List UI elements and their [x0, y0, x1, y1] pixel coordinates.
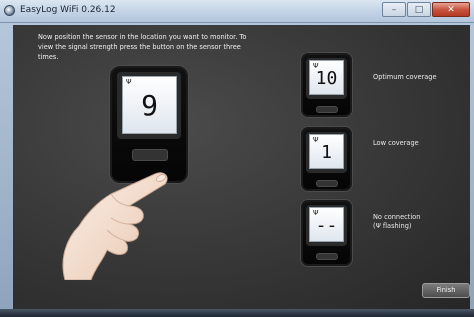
- no-connection-label-line1: No connection: [373, 213, 421, 221]
- no-connection-label: No connection (Ψ flashing): [373, 213, 420, 231]
- sensor-button: [316, 106, 338, 113]
- sensor-screen: Ψ 1: [309, 134, 344, 169]
- sensor-screen: Ψ 9: [122, 76, 177, 134]
- instructions-text: Now position the sensor in the location …: [38, 33, 247, 61]
- window-controls: – □ ✕: [382, 2, 470, 18]
- app-window: EasyLog WiFi 0.26.12 – □ ✕ Now position …: [0, 0, 474, 317]
- window-title: EasyLog WiFi 0.26.12: [20, 5, 116, 15]
- optimum-coverage-label: Optimum coverage: [373, 73, 437, 81]
- sensor-screen: Ψ 10: [309, 60, 344, 95]
- sensor-button: [316, 253, 338, 260]
- optimum-sensor-device: Ψ 10: [301, 53, 352, 117]
- hand-pointing-icon: [62, 172, 168, 280]
- low-sensor-device: Ψ 1: [301, 127, 352, 191]
- antenna-icon: Ψ: [126, 78, 132, 86]
- taskbar: [0, 309, 474, 317]
- signal-reading: 1: [321, 142, 332, 163]
- title-bar: EasyLog WiFi 0.26.12 – □ ✕: [0, 0, 474, 23]
- finish-button[interactable]: Finish: [422, 283, 470, 298]
- minimize-button[interactable]: –: [382, 2, 406, 17]
- no-connection-label-line2: (Ψ flashing): [373, 222, 412, 230]
- app-icon: [4, 5, 15, 16]
- sensor-screen: Ψ --: [309, 207, 344, 242]
- close-button[interactable]: ✕: [432, 2, 470, 17]
- signal-reading: --: [315, 215, 338, 236]
- low-coverage-label: Low coverage: [373, 139, 419, 147]
- maximize-button[interactable]: □: [407, 2, 431, 17]
- signal-reading: 10: [315, 68, 338, 89]
- no-connection-sensor-device: Ψ --: [301, 200, 352, 266]
- sensor-button: [316, 180, 338, 187]
- signal-reading: 9: [141, 89, 158, 122]
